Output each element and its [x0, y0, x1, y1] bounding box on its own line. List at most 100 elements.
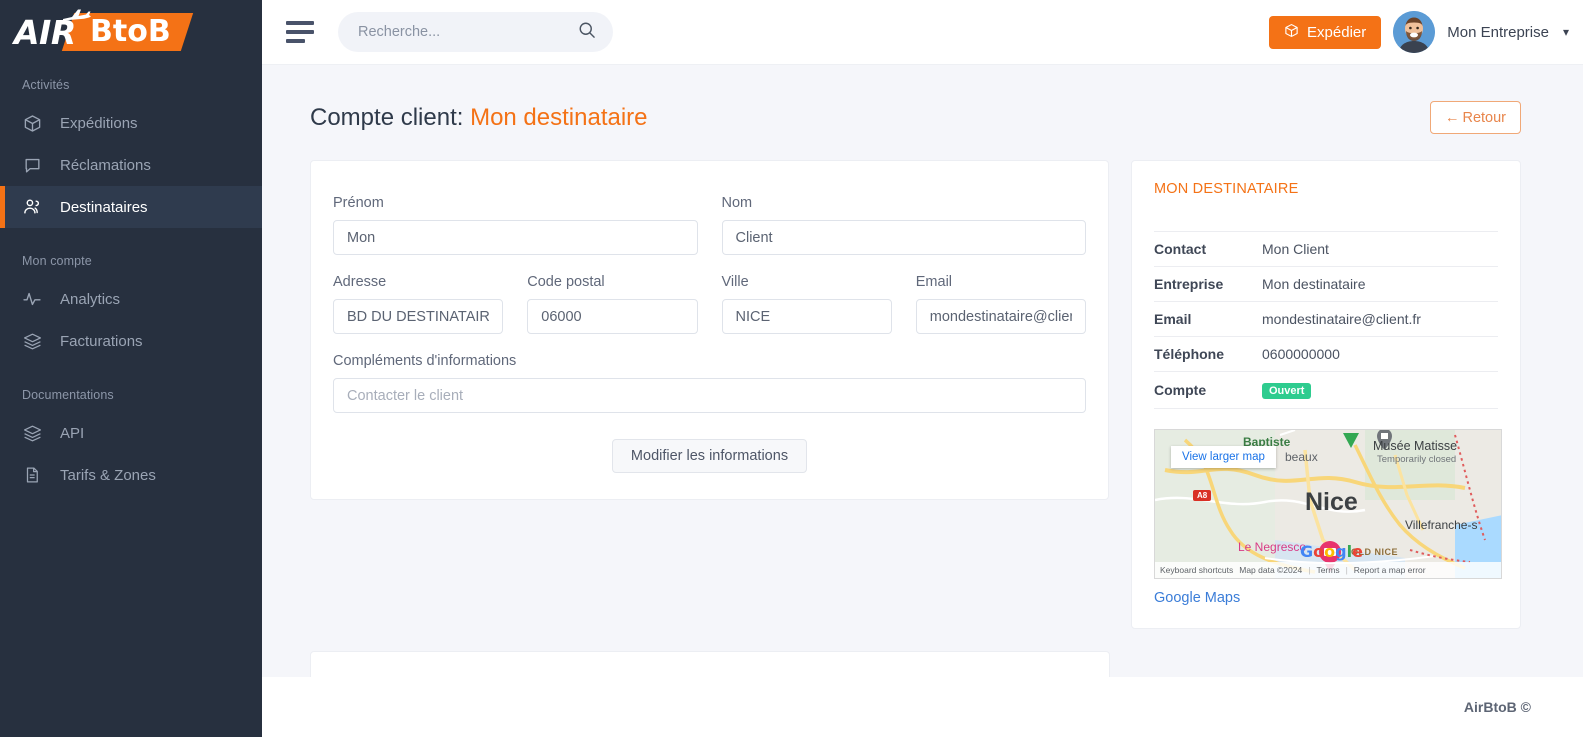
- search-box[interactable]: [338, 12, 613, 52]
- main-area: Expédier Mon Entreprise ▾: [262, 0, 1583, 737]
- row-key: Entreprise: [1154, 267, 1262, 302]
- map-footer-shortcuts[interactable]: Keyboard shortcuts: [1160, 565, 1233, 575]
- table-row: Compte Ouvert: [1154, 372, 1498, 409]
- table-row: Contact Mon Client: [1154, 232, 1498, 267]
- row-key: Contact: [1154, 232, 1262, 267]
- sidebar-item-reclamations[interactable]: Réclamations: [0, 144, 262, 186]
- details-table: Contact Mon Client Entreprise Mon destin…: [1154, 231, 1498, 409]
- box-icon: [1284, 23, 1299, 42]
- logo-btob-text: BtoB: [90, 17, 171, 47]
- page-title-value: Mon destinataire: [470, 104, 647, 131]
- users-icon: [22, 197, 42, 217]
- avatar[interactable]: [1393, 11, 1435, 53]
- google-maps-link[interactable]: Google Maps: [1154, 590, 1498, 606]
- sidebar-item-label: Réclamations: [60, 157, 151, 174]
- layers-icon: [22, 332, 42, 351]
- map-footer: Keyboard shortcuts Map data ©2024 | Term…: [1155, 562, 1501, 578]
- layers-icon: [22, 424, 42, 443]
- client-form-card: Prénom Nom Adresse: [310, 160, 1109, 500]
- info-icon: [333, 676, 350, 677]
- sidebar-item-label: Expéditions: [60, 115, 138, 132]
- sidebar-item-destinataires[interactable]: Destinataires: [0, 186, 262, 228]
- form-row-complement: Compléments d'informations: [333, 353, 1086, 413]
- row-value: 0600000000: [1262, 337, 1498, 372]
- sidebar-item-api[interactable]: API: [0, 412, 262, 454]
- app-root: AIR BtoB Activités Expéditions: [0, 0, 1583, 737]
- search-icon[interactable]: [577, 20, 597, 45]
- sidebar-item-facturations[interactable]: Facturations: [0, 320, 262, 362]
- sidebar-item-label: Destinataires: [60, 199, 148, 216]
- info-alert: Informations: La modification écrasera l…: [310, 651, 1110, 677]
- field-code-postal: Code postal: [527, 274, 697, 334]
- hamburger-icon[interactable]: [282, 17, 318, 47]
- map-footer-data: Map data ©2024: [1239, 565, 1302, 575]
- prenom-input[interactable]: [333, 220, 698, 255]
- row-key: Compte: [1154, 372, 1262, 409]
- status-badge: Ouvert: [1262, 383, 1311, 399]
- sidebar-item-tarifs-zones[interactable]: Tarifs & Zones: [0, 454, 262, 496]
- nav-section-title-mon-compte: Mon compte: [0, 254, 262, 268]
- map-footer-divider: |: [1308, 565, 1310, 575]
- arrow-left-icon: ←: [1445, 110, 1460, 126]
- google-logo: Google: [1300, 542, 1363, 561]
- map-footer-terms[interactable]: Terms: [1316, 565, 1339, 575]
- field-adresse: Adresse: [333, 274, 503, 334]
- app-logo[interactable]: AIR BtoB: [0, 0, 262, 64]
- field-label: Code postal: [527, 274, 697, 290]
- map-footer-report[interactable]: Report a map error: [1354, 565, 1426, 575]
- email-input[interactable]: [916, 299, 1086, 334]
- footer: AirBtoB ©: [262, 677, 1583, 737]
- complement-input[interactable]: [333, 378, 1086, 413]
- sidebar-item-label: API: [60, 425, 84, 442]
- adresse-input[interactable]: [333, 299, 503, 334]
- page-title: Compte client: Mon destinataire: [310, 104, 648, 132]
- page-title-prefix: Compte client:: [310, 104, 463, 131]
- form-submit-row: Modifier les informations: [333, 439, 1086, 473]
- field-nom: Nom: [722, 195, 1087, 255]
- sidebar-item-analytics[interactable]: Analytics: [0, 278, 262, 320]
- pulse-icon: [22, 289, 42, 309]
- row-key: Téléphone: [1154, 337, 1262, 372]
- row-value: Mon destinataire: [1262, 267, 1498, 302]
- table-row: Entreprise Mon destinataire: [1154, 267, 1498, 302]
- client-details-card: MON DESTINATAIRE Contact Mon Client Entr…: [1131, 160, 1521, 629]
- view-larger-map-button[interactable]: View larger map: [1171, 446, 1276, 468]
- search-input[interactable]: [358, 24, 577, 40]
- sidebar: AIR BtoB Activités Expéditions: [0, 0, 262, 737]
- row-value: mondestinataire@client.fr: [1262, 302, 1498, 337]
- field-prenom: Prénom: [333, 195, 698, 255]
- footer-copyright: AirBtoB ©: [1464, 699, 1531, 715]
- nom-input[interactable]: [722, 220, 1087, 255]
- map-footer-divider: |: [1346, 565, 1348, 575]
- map-embed[interactable]: Baptiste beaux Musée Matisse Temporarily…: [1154, 429, 1502, 579]
- form-row-address: Adresse Code postal Ville Email: [333, 274, 1086, 334]
- field-label: Ville: [722, 274, 892, 290]
- topbar-right-group: Expédier Mon Entreprise ▾: [1269, 11, 1569, 53]
- field-label: Compléments d'informations: [333, 353, 1086, 369]
- row-key: Email: [1154, 302, 1262, 337]
- chat-icon: [22, 156, 42, 175]
- expedier-button[interactable]: Expédier: [1269, 16, 1381, 49]
- chevron-down-icon[interactable]: ▾: [1563, 25, 1569, 39]
- row-value: Ouvert: [1262, 372, 1498, 409]
- field-label: Prénom: [333, 195, 698, 211]
- topbar: Expédier Mon Entreprise ▾: [262, 0, 1583, 65]
- panels-row: Prénom Nom Adresse: [262, 134, 1583, 629]
- row-value: Mon Client: [1262, 232, 1498, 267]
- field-label: Adresse: [333, 274, 503, 290]
- sidebar-item-label: Tarifs & Zones: [60, 467, 156, 484]
- document-icon: [22, 466, 42, 484]
- code-postal-input[interactable]: [527, 299, 697, 334]
- field-email: Email: [916, 274, 1086, 334]
- sidebar-item-label: Facturations: [60, 333, 143, 350]
- user-name[interactable]: Mon Entreprise: [1447, 24, 1549, 41]
- field-label: Nom: [722, 195, 1087, 211]
- sidebar-item-expeditions[interactable]: Expéditions: [0, 102, 262, 144]
- form-row-name: Prénom Nom: [333, 195, 1086, 255]
- field-ville: Ville: [722, 274, 892, 334]
- details-title: MON DESTINATAIRE: [1154, 181, 1498, 197]
- field-label: Email: [916, 274, 1086, 290]
- submit-button[interactable]: Modifier les informations: [612, 439, 807, 473]
- ville-input[interactable]: [722, 299, 892, 334]
- back-button[interactable]: ← Retour: [1430, 101, 1521, 134]
